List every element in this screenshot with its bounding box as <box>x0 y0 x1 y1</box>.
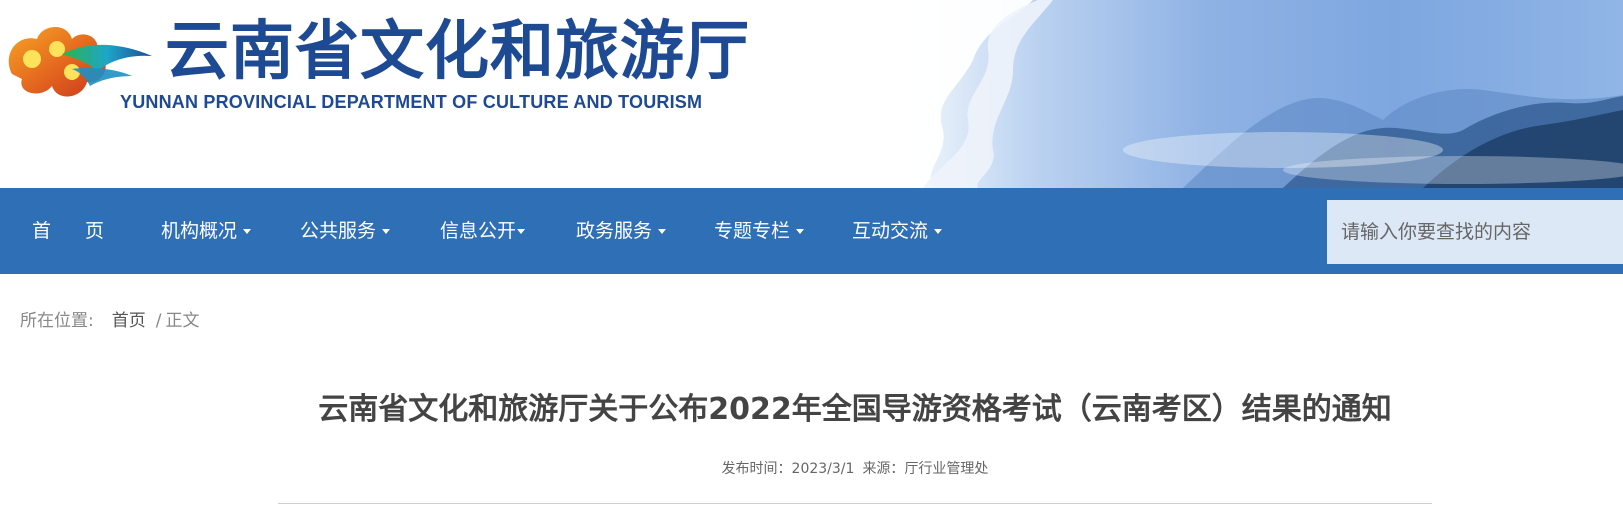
site-subtitle: YUNNAN PROVINCIAL DEPARTMENT OF CULTURE … <box>120 92 703 112</box>
nav-item-gonggong[interactable]: 公共服务 <box>300 188 391 274</box>
nav-item-jigou[interactable]: 机构概况 <box>161 188 252 274</box>
chevron-down-icon <box>934 229 943 234</box>
breadcrumb-home-link[interactable]: 首页 <box>112 311 146 331</box>
breadcrumb: 所在位置: 首页 / 正文 <box>20 306 199 331</box>
breadcrumb-separator: / <box>155 311 162 331</box>
search-input[interactable] <box>1327 200 1623 264</box>
chevron-down-icon <box>796 229 805 234</box>
banner-sky-image <box>863 0 1623 188</box>
nav-item-label: 公共服务 <box>300 220 377 242</box>
nav-home-label-2: 页 <box>85 220 105 242</box>
nav-home-label-1: 首 <box>32 220 52 242</box>
nav-item-label: 互动交流 <box>852 220 929 242</box>
source: 厅行业管理处 <box>904 461 989 477</box>
title-divider <box>278 503 1432 504</box>
nav-item-label: 政务服务 <box>576 220 653 242</box>
publish-date-label: 发布时间： <box>721 461 792 477</box>
publish-date: 2023/3/1 <box>791 461 855 477</box>
nav-item-zhuanti[interactable]: 专题专栏 <box>714 188 805 274</box>
nav-item-label: 专题专栏 <box>714 220 791 242</box>
site-title: 云南省文化和旅游厅 <box>165 15 750 89</box>
breadcrumb-prefix: 所在位置: <box>20 311 94 331</box>
header-banner: 云南省文化和旅游厅 YUNNAN PROVINCIAL DEPARTMENT O… <box>0 0 1623 188</box>
nav-item-home[interactable]: 首页 <box>32 188 104 274</box>
nav-item-hudong[interactable]: 互动交流 <box>852 188 943 274</box>
nav-item-label: 信息公开 <box>440 220 517 242</box>
nav-item-xinxi[interactable]: 信息公开 <box>440 188 526 274</box>
source-label: 来源： <box>862 461 905 477</box>
chevron-down-icon <box>382 229 391 234</box>
chevron-down-icon <box>243 229 252 234</box>
chevron-down-icon <box>517 229 526 234</box>
article-title: 云南省文化和旅游厅关于公布2022年全国导游资格考试（云南考区）结果的通知 <box>318 392 1392 427</box>
chevron-down-icon <box>658 229 667 234</box>
article-meta: 发布时间：2023/3/1 来源：厅行业管理处 <box>0 458 1623 478</box>
breadcrumb-current: 正文 <box>165 311 200 331</box>
nav-item-label: 机构概况 <box>161 220 238 242</box>
nav-item-zhengwu[interactable]: 政务服务 <box>576 188 667 274</box>
